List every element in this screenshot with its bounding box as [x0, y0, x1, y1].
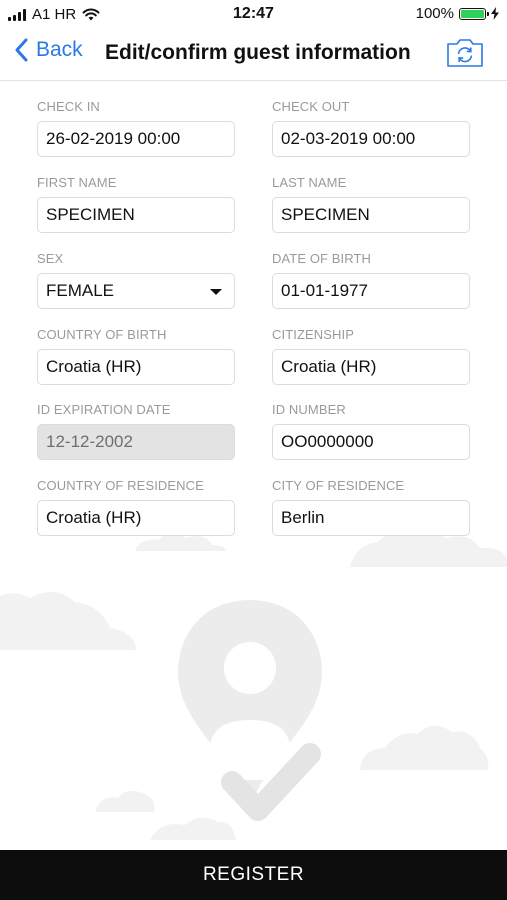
- country-of-birth-field: COUNTRY OF BIRTH Croatia (HR): [37, 326, 235, 385]
- background-illustration: [0, 530, 507, 840]
- citizenship-input[interactable]: Croatia (HR): [272, 349, 470, 385]
- last-name-label: LAST NAME: [272, 175, 347, 190]
- cloud-shape: [360, 725, 489, 770]
- city-of-residence-input[interactable]: Berlin: [272, 500, 470, 536]
- cloud-shape: [350, 530, 507, 567]
- city-of-residence-field: CITY OF RESIDENCE Berlin: [272, 477, 470, 536]
- sex-select[interactable]: FEMALE: [37, 273, 235, 309]
- cloud-shape: [135, 533, 226, 551]
- battery-percentage: 100%: [415, 5, 454, 22]
- date-of-birth-label: DATE OF BIRTH: [272, 251, 372, 266]
- status-bar: A1 HR 12:47 100%: [0, 0, 507, 28]
- cloud-shape: [150, 817, 236, 840]
- citizenship-field: CITIZENSHIP Croatia (HR): [272, 326, 470, 385]
- check-in-input[interactable]: 26-02-2019 00:00: [37, 121, 235, 157]
- id-expiration-date-field: ID EXPIRATION DATE 12-12-2002: [37, 401, 235, 460]
- caret-down-icon: [210, 289, 222, 295]
- cloud-shape: [0, 591, 136, 650]
- check-in-label: CHECK IN: [37, 99, 100, 114]
- check-out-input[interactable]: 02-03-2019 00:00: [272, 121, 470, 157]
- last-name-field: LAST NAME SPECIMEN: [272, 174, 470, 233]
- check-out-field: CHECK OUT 02-03-2019 00:00: [272, 98, 470, 157]
- battery-fill: [461, 9, 484, 18]
- check-in-field: CHECK IN 26-02-2019 00:00: [37, 98, 235, 157]
- country-of-residence-input[interactable]: Croatia (HR): [37, 500, 235, 536]
- country-of-residence-label: COUNTRY OF RESIDENCE: [37, 478, 204, 493]
- id-expiration-date-input: 12-12-2002: [37, 424, 235, 460]
- country-of-birth-label: COUNTRY OF BIRTH: [37, 327, 167, 342]
- id-number-input[interactable]: OO0000000: [272, 424, 470, 460]
- city-of-residence-label: CITY OF RESIDENCE: [272, 478, 405, 493]
- date-of-birth-field: DATE OF BIRTH 01-01-1977: [272, 250, 470, 309]
- camera-rotate-button[interactable]: [445, 37, 485, 74]
- navigation-bar: Back Edit/confirm guest information: [0, 28, 507, 81]
- sex-label: SEX: [37, 251, 64, 266]
- back-button[interactable]: Back: [14, 38, 83, 62]
- check-out-label: CHECK OUT: [272, 99, 350, 114]
- country-of-birth-input[interactable]: Croatia (HR): [37, 349, 235, 385]
- back-label: Back: [36, 38, 83, 61]
- id-number-field: ID NUMBER OO0000000: [272, 401, 470, 460]
- status-right: 100%: [416, 5, 499, 22]
- date-of-birth-input[interactable]: 01-01-1977: [272, 273, 470, 309]
- last-name-input[interactable]: SPECIMEN: [272, 197, 470, 233]
- first-name-input[interactable]: SPECIMEN: [37, 197, 235, 233]
- country-of-residence-field: COUNTRY OF RESIDENCE Croatia (HR): [37, 477, 235, 536]
- battery-icon: [459, 7, 489, 20]
- register-button[interactable]: REGISTER: [0, 850, 507, 900]
- first-name-field: FIRST NAME SPECIMEN: [37, 174, 235, 233]
- cloud-shape: [95, 790, 155, 812]
- sex-select-value: FEMALE: [46, 281, 115, 300]
- id-number-label: ID NUMBER: [272, 402, 346, 417]
- sex-field: SEX FEMALE: [37, 250, 235, 309]
- chevron-left-icon: [15, 38, 28, 62]
- charging-bolt-icon: [491, 7, 499, 20]
- camera-rotate-icon: [447, 39, 483, 67]
- first-name-label: FIRST NAME: [37, 175, 117, 190]
- citizenship-label: CITIZENSHIP: [272, 327, 354, 342]
- page-title: Edit/confirm guest information: [105, 41, 411, 64]
- id-expiration-date-label: ID EXPIRATION DATE: [37, 402, 171, 417]
